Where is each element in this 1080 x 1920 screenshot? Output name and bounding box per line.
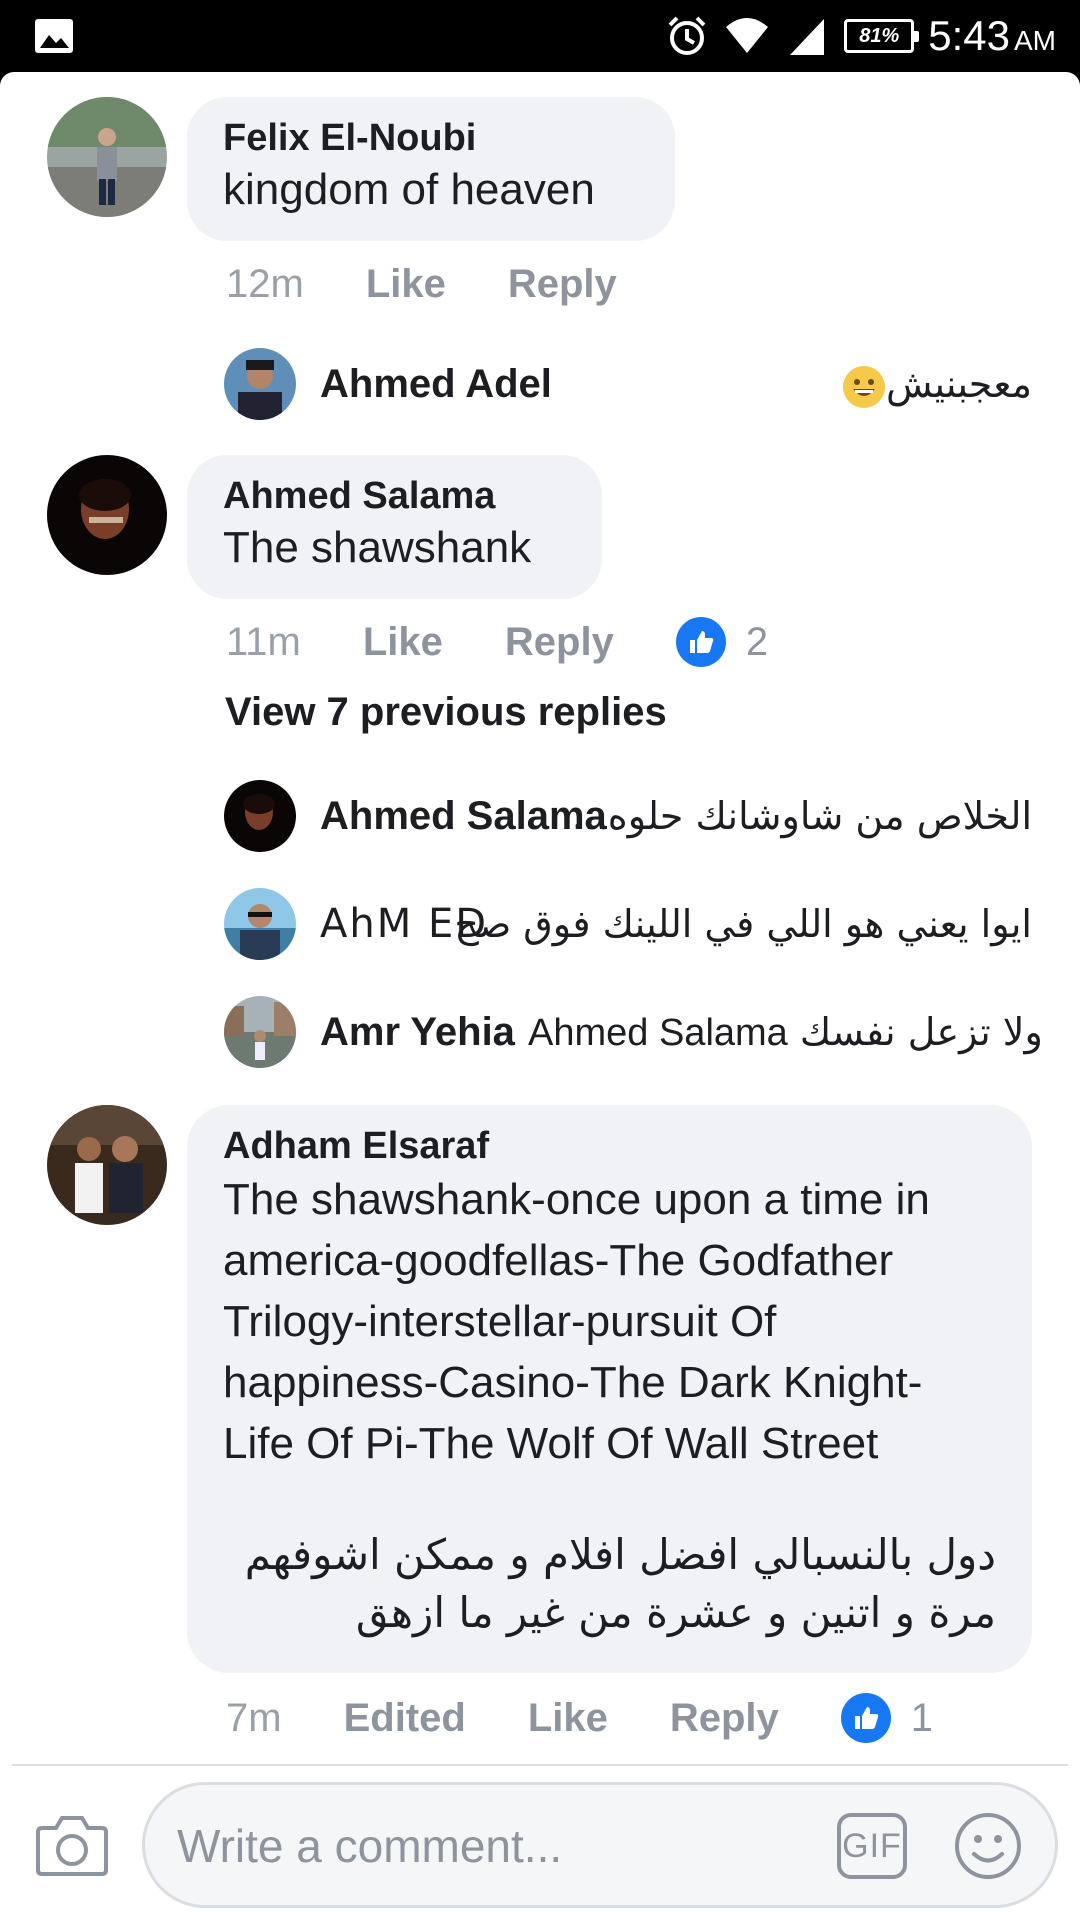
reply-item[interactable]: Amr Yehia bbox=[224, 994, 515, 1070]
avatar[interactable] bbox=[47, 1105, 167, 1225]
like-reaction-icon[interactable] bbox=[675, 617, 726, 667]
comment-actions: 11m Like Reply 2 bbox=[226, 612, 768, 672]
reply-mention[interactable]: Ahmed Salama bbox=[528, 1012, 788, 1054]
edited-label[interactable]: Edited bbox=[344, 1696, 466, 1741]
comment-input[interactable]: Write a comment... GIF bbox=[142, 1782, 1058, 1908]
gif-button[interactable]: GIF bbox=[837, 1813, 907, 1879]
comment-input-placeholder[interactable]: Write a comment... bbox=[177, 1819, 562, 1873]
comment-text: kingdom of heaven bbox=[223, 165, 595, 214]
reply-author[interactable]: Ahmed Salama bbox=[320, 794, 607, 839]
like-button[interactable]: Like bbox=[366, 262, 446, 307]
reply-item[interactable]: Ahmed Adel bbox=[224, 346, 552, 422]
view-previous-replies-link[interactable]: View 7 previous replies bbox=[225, 690, 667, 735]
reply-button[interactable]: Reply bbox=[670, 1696, 779, 1741]
battery-icon: 81% bbox=[844, 19, 920, 53]
reply-item[interactable]: AhM ED bbox=[224, 886, 488, 962]
reply-text: Ahmed Salama ولا تزعل نفسك bbox=[528, 1010, 1043, 1054]
comment-timestamp: 7m bbox=[226, 1695, 282, 1740]
reaction-count[interactable]: 2 bbox=[746, 620, 768, 665]
comment-timestamp: 12m bbox=[226, 261, 304, 306]
avatar[interactable] bbox=[224, 888, 296, 960]
avatar[interactable] bbox=[47, 455, 167, 575]
camera-icon[interactable] bbox=[36, 1812, 108, 1878]
reply-text: ايوا يعني هو اللي في اللينك فوق صح bbox=[454, 902, 1032, 946]
comment-text-line: america-goodfellas-The Godfather bbox=[223, 1236, 894, 1285]
comment-author[interactable]: Ahmed Salama bbox=[223, 473, 566, 519]
comment-bubble[interactable]: Felix El-Noubi kingdom of heaven bbox=[187, 97, 675, 241]
reply-text: معجبنيش bbox=[834, 362, 1032, 409]
comment-text-line: Trilogy-interstellar-pursuit Of bbox=[223, 1297, 777, 1346]
avatar[interactable] bbox=[224, 780, 296, 852]
reply-author[interactable]: Amr Yehia bbox=[320, 1010, 515, 1055]
reply-button[interactable]: Reply bbox=[505, 620, 614, 665]
comment-bubble[interactable]: Adham Elsaraf The shawshank-once upon a … bbox=[187, 1105, 1032, 1673]
comment-text-line: happiness-Casino-The Dark Knight- bbox=[223, 1358, 923, 1407]
reaction-count[interactable]: 1 bbox=[911, 1696, 933, 1741]
status-bar: 81% 5:43 AM bbox=[0, 0, 1080, 72]
comment-text-line: Life Of Pi-The Wolf Of Wall Street bbox=[223, 1419, 879, 1468]
sticker-smile-icon[interactable] bbox=[953, 1811, 1023, 1881]
comments-sheet: Felix El-Noubi kingdom of heaven 12m Lik… bbox=[0, 72, 1080, 1920]
comment-timestamp: 11m bbox=[226, 619, 301, 664]
comment-arabic-line: مرة و اتنين و عشرة من غير ما ازهق bbox=[355, 1588, 996, 1637]
reply-button[interactable]: Reply bbox=[508, 262, 617, 307]
reply-author[interactable]: Ahmed Adel bbox=[320, 362, 552, 407]
avatar[interactable] bbox=[224, 996, 296, 1068]
like-button[interactable]: Like bbox=[528, 1696, 608, 1741]
comment-bubble[interactable]: Ahmed Salama The shawshank bbox=[187, 455, 602, 599]
comment-text-line: The shawshank-once upon a time in bbox=[223, 1175, 930, 1224]
comment-text: The shawshank bbox=[223, 523, 532, 572]
comment-author[interactable]: Felix El-Noubi bbox=[223, 115, 639, 161]
avatar[interactable] bbox=[47, 97, 167, 217]
reply-text: الخلاص من شاوشانك حلوه... bbox=[571, 794, 1032, 838]
composer-divider bbox=[12, 1764, 1068, 1766]
comment-arabic-line: دول بالنسبالي افضل افلام و ممكن اشوفهم bbox=[244, 1530, 996, 1579]
like-button[interactable]: Like bbox=[363, 620, 443, 665]
signal-icon bbox=[790, 19, 825, 55]
gallery-notification-icon bbox=[35, 19, 73, 53]
comment-actions: 7m Edited Like Reply 1 bbox=[226, 1688, 933, 1748]
comment-actions: 12m Like Reply bbox=[226, 254, 679, 314]
wifi-icon bbox=[726, 18, 769, 53]
avatar[interactable] bbox=[224, 348, 296, 420]
grinning-emoji-icon bbox=[842, 365, 885, 408]
reply-item[interactable]: Ahmed Salama bbox=[224, 778, 607, 854]
clock: 5:43 AM bbox=[928, 12, 1056, 59]
alarm-icon bbox=[668, 16, 706, 55]
like-reaction-icon[interactable] bbox=[840, 1693, 891, 1743]
comment-author[interactable]: Adham Elsaraf bbox=[223, 1123, 996, 1169]
